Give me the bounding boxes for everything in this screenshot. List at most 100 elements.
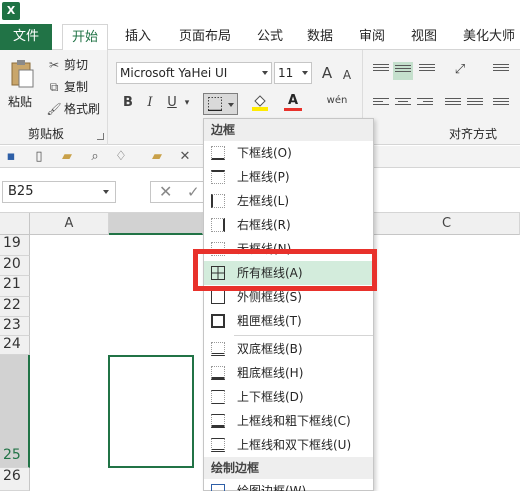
font-size-select[interactable]: 11 bbox=[274, 62, 312, 84]
row-header-19[interactable]: 19 bbox=[0, 235, 30, 256]
borders-dropdown-menu: 边框 下框线(O) 上框线(P) 左框线(L) 右框线(R) 无框线(N) 所有… bbox=[203, 118, 374, 491]
wrap-text-icon[interactable] bbox=[493, 64, 509, 76]
brush-icon: 🖌 bbox=[46, 102, 62, 116]
underline-dropdown-icon[interactable]: ▾ bbox=[182, 93, 192, 113]
paste-icon[interactable] bbox=[10, 59, 34, 89]
align-top-icon[interactable] bbox=[373, 64, 389, 76]
menu-item-label: 右框线(R) bbox=[237, 218, 291, 232]
enter-icon[interactable]: ✓ bbox=[187, 182, 200, 202]
menu-item-label: 绘图边框(W) bbox=[237, 484, 307, 491]
font-color-icon[interactable]: A bbox=[284, 91, 302, 111]
menu-item-top-double-bottom-border[interactable]: 上框线和双下框线(U) bbox=[204, 433, 373, 457]
menu-item-top-thick-bottom-border[interactable]: 上框线和粗下框线(C) bbox=[204, 409, 373, 433]
menu-item-thick-box-border[interactable]: 粗匣框线(T) bbox=[204, 309, 373, 333]
row-header-25[interactable]: 25 bbox=[0, 355, 30, 468]
top-border-icon bbox=[211, 170, 225, 184]
increase-indent-icon[interactable] bbox=[467, 98, 483, 110]
decrease-indent-icon[interactable] bbox=[445, 98, 461, 110]
menu-item-double-bottom-border[interactable]: 双底框线(B) bbox=[204, 337, 373, 361]
merge-center-icon[interactable] bbox=[493, 98, 509, 110]
menu-item-bottom-border[interactable]: 下框线(O) bbox=[204, 141, 373, 165]
menu-item-label: 上框线和双下框线(U) bbox=[237, 438, 352, 452]
row-header-23[interactable]: 23 bbox=[0, 317, 30, 336]
align-right-icon[interactable] bbox=[417, 98, 433, 110]
row-header-26[interactable]: 26 bbox=[0, 468, 30, 491]
format-painter-label: 格式刷 bbox=[64, 102, 101, 116]
open-folder-icon[interactable]: ▰ bbox=[58, 148, 76, 166]
row-header-20[interactable]: 20 bbox=[0, 256, 30, 276]
close-icon[interactable]: ✕ bbox=[176, 148, 194, 166]
row-header-21[interactable]: 21 bbox=[0, 276, 30, 297]
column-header-b[interactable] bbox=[109, 213, 203, 235]
cut-label: 剪切 bbox=[64, 58, 89, 72]
tab-review[interactable]: 审阅 bbox=[352, 24, 392, 50]
font-size-value: 11 bbox=[278, 66, 294, 80]
cancel-icon[interactable]: ✕ bbox=[159, 182, 172, 202]
new-file-icon[interactable]: ▯ bbox=[30, 148, 48, 166]
tab-data[interactable]: 数据 bbox=[300, 24, 340, 50]
font-name-value: Microsoft YaHei UI bbox=[120, 66, 228, 80]
menu-item-label: 左框线(L) bbox=[237, 194, 290, 208]
save-icon[interactable]: ▪ bbox=[2, 148, 20, 166]
italic-button[interactable]: I bbox=[142, 93, 158, 113]
outside-borders-icon bbox=[211, 290, 225, 304]
spelling-icon[interactable]: ♢ bbox=[112, 148, 130, 166]
tab-formulas[interactable]: 公式 bbox=[250, 24, 290, 50]
clipboard-launcher-icon[interactable] bbox=[97, 133, 104, 140]
menu-item-top-border[interactable]: 上框线(P) bbox=[204, 165, 373, 189]
thick-box-border-icon bbox=[211, 314, 225, 328]
align-left-icon[interactable] bbox=[373, 98, 389, 110]
column-header-a[interactable]: A bbox=[30, 213, 109, 235]
selected-cell-b25[interactable] bbox=[108, 355, 194, 468]
print-preview-icon[interactable]: ⌕ bbox=[86, 148, 104, 166]
format-painter-button[interactable]: 🖌 格式刷 bbox=[46, 100, 100, 118]
menu-item-left-border[interactable]: 左框线(L) bbox=[204, 189, 373, 213]
paste-button[interactable]: 粘贴 bbox=[8, 93, 32, 110]
tab-beautify[interactable]: 美化大师 bbox=[458, 24, 520, 50]
menu-item-thick-bottom-border[interactable]: 粗底框线(H) bbox=[204, 361, 373, 385]
tab-view[interactable]: 视图 bbox=[404, 24, 444, 50]
chevron-down-icon bbox=[262, 71, 268, 75]
font-name-select[interactable]: Microsoft YaHei UI bbox=[116, 62, 272, 84]
name-box[interactable]: B25 bbox=[2, 181, 116, 203]
menu-item-draw-border[interactable]: 绘图边框(W) bbox=[204, 479, 373, 491]
tab-page-layout[interactable]: 页面布局 bbox=[173, 24, 237, 50]
tab-file[interactable]: 文件 bbox=[0, 24, 52, 50]
shrink-font-button[interactable]: A bbox=[340, 65, 354, 85]
align-middle-icon[interactable] bbox=[393, 62, 413, 80]
orientation-icon[interactable]: ⤢ bbox=[447, 60, 473, 80]
align-bottom-icon[interactable] bbox=[419, 64, 435, 76]
menu-separator bbox=[234, 335, 373, 336]
chevron-down-icon bbox=[103, 190, 109, 194]
menu-item-label: 双底框线(B) bbox=[237, 342, 303, 356]
copy-button[interactable]: ⧉ 复制 bbox=[46, 78, 88, 96]
select-all-corner[interactable] bbox=[0, 213, 30, 235]
borders-button[interactable] bbox=[203, 93, 238, 115]
grow-font-button[interactable]: A bbox=[318, 63, 336, 83]
scissors-icon: ✂ bbox=[48, 58, 60, 72]
excel-logo-icon: X bbox=[2, 2, 20, 20]
align-center-icon[interactable] bbox=[395, 98, 411, 110]
menu-item-label: 粗底框线(H) bbox=[237, 366, 304, 380]
fill-color-icon[interactable] bbox=[250, 93, 270, 113]
copy-icon: ⧉ bbox=[49, 80, 59, 94]
alignment-group: ⤢ 对齐方式 bbox=[362, 50, 520, 145]
underline-button[interactable]: U bbox=[164, 93, 180, 113]
bottom-border-icon bbox=[211, 146, 225, 160]
bold-button[interactable]: B bbox=[120, 93, 136, 113]
column-header-c[interactable]: C bbox=[374, 213, 520, 235]
phonetic-button[interactable]: wén bbox=[326, 91, 348, 111]
menu-item-label: 上框线和粗下框线(C) bbox=[237, 414, 351, 428]
menu-item-label: 下框线(O) bbox=[237, 146, 292, 160]
double-bottom-border-icon bbox=[211, 342, 225, 356]
cut-button[interactable]: ✂ 剪切 bbox=[46, 56, 88, 74]
folder-icon[interactable]: ▰ bbox=[148, 148, 166, 166]
menu-item-right-border[interactable]: 右框线(R) bbox=[204, 213, 373, 237]
tab-home[interactable]: 开始 bbox=[62, 24, 108, 51]
tab-insert[interactable]: 插入 bbox=[118, 24, 158, 50]
menu-item-top-bottom-border[interactable]: 上下框线(D) bbox=[204, 385, 373, 409]
row-header-22[interactable]: 22 bbox=[0, 297, 30, 317]
row-header-24[interactable]: 24 bbox=[0, 336, 30, 355]
menu-section-draw-borders: 绘制边框 bbox=[204, 457, 373, 479]
borders-icon bbox=[208, 97, 222, 111]
